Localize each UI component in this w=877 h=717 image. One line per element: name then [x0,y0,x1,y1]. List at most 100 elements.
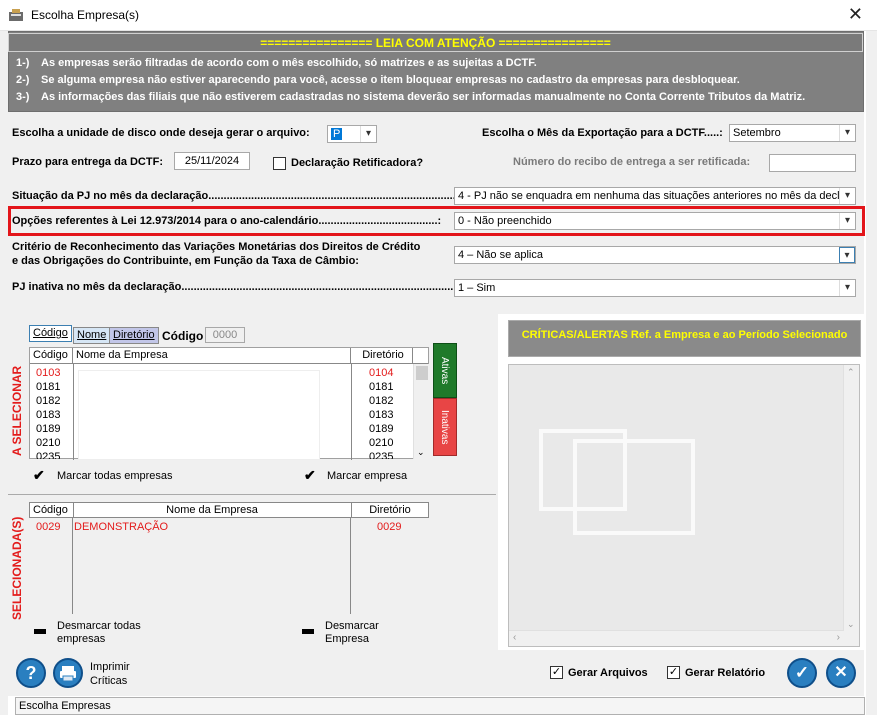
companies-grid: Código Nome da Empresa Diretório 0103 01… [29,347,429,460]
row-dir[interactable]: 0183 [369,408,393,422]
chevron-down-icon[interactable]: ⌄ [417,447,425,458]
row-dir[interactable]: 0182 [369,394,393,408]
close-icon[interactable]: ✕ [848,4,863,25]
row-code[interactable]: 0210 [36,436,60,450]
deadline-field[interactable]: 25/11/2024 [174,152,250,170]
inativa-label: PJ inativa no mês da declaração.........… [12,281,461,293]
selected-row-name[interactable]: DEMONSTRAÇÃO [74,520,168,534]
row-dir[interactable]: 0181 [369,380,393,394]
row-dir[interactable]: 0104 [369,366,393,380]
gerar-arquivos-checkbox[interactable]: ✓ [550,666,563,679]
tab-code[interactable]: Código [29,325,72,342]
criticas-area: ⌃ ⌄ ‹ › [508,364,860,647]
mark-one-button[interactable]: Marcar empresa [327,470,407,482]
check-icon: ✔ [33,467,45,483]
col-code[interactable]: Código [30,348,73,363]
cancel-button[interactable]: ✕ [826,658,856,688]
disk-select[interactable]: P ▾ [327,125,377,143]
background-window-edge-left [0,31,8,715]
inativas-button[interactable]: Inativas [433,398,457,456]
receipt-label: Número do recibo de entrega a ser retifi… [513,156,751,168]
chevron-down-icon: ▾ [839,213,855,229]
row-code[interactable]: 0181 [36,380,60,394]
criterio-select[interactable]: 4 – Não se aplica ▾ [454,246,856,264]
help-button[interactable]: ? [16,658,46,688]
col-name[interactable]: Nome da Empresa [73,348,351,363]
print-button[interactable] [53,658,83,688]
col-directory[interactable]: Diretório [351,503,429,517]
chevron-left-icon[interactable]: ‹ [513,632,516,643]
inativa-select[interactable]: 1 – Sim ▾ [454,279,856,297]
row-code[interactable]: 0235 [36,450,60,459]
row-dir[interactable]: 0235 [369,450,393,459]
minus-icon [302,629,314,634]
unmark-all-button-line2[interactable]: empresas [57,633,105,645]
retificadora-checkbox[interactable] [273,157,286,170]
row-dir[interactable]: 0210 [369,436,393,450]
chevron-up-icon[interactable]: ⌃ [847,367,855,378]
gerar-arquivos-label: Gerar Arquivos [568,667,648,679]
selected-row-code[interactable]: 0029 [36,520,60,534]
criticas-hscroll[interactable]: ‹ › [509,630,844,646]
gerar-relatorio-checkbox[interactable]: ✓ [667,666,680,679]
grid-header: Código Nome da Empresa Diretório [30,348,428,364]
criterio-label-2: e das Obrigações do Contribuinte, em Fun… [12,255,359,267]
gerar-relatorio-label: Gerar Relatório [685,667,766,679]
banner-line-1: 1-) As empresas serão filtradas de acordo… [16,57,537,69]
selected-grid: Código Nome da Empresa Diretório 0029 DE… [29,502,429,614]
check-icon: ✔ [304,467,316,483]
banner-line-3: 3-) As informações das filiais que não es… [16,91,806,103]
situacao-label: Situação da PJ no mês da declaração.....… [12,190,466,202]
ativas-button[interactable]: Ativas [433,343,457,398]
col-name[interactable]: Nome da Empresa [73,503,351,517]
search-input[interactable]: 0000 [205,327,245,343]
title-bar: Escolha Empresa(s) ✕ [0,0,877,31]
background-window-edge [866,31,877,715]
tab-directory[interactable]: Diretório [109,327,159,344]
row-dir[interactable]: 0189 [369,422,393,436]
disk-label: Escolha a unidade de disco onde deseja g… [12,127,310,139]
row-code[interactable]: 0183 [36,408,60,422]
grid-scrollbar[interactable]: ⌄ [413,364,429,459]
criticas-title: CRÍTICAS/ALERTAS Ref. a Empresa e ao Per… [508,320,861,357]
minus-icon [34,629,46,634]
search-label: Código [162,329,204,343]
window-title: Escolha Empresa(s) [31,8,140,22]
situacao-select[interactable]: 4 - PJ não se enquadra em nenhuma das si… [454,187,856,205]
selected-label: SELECIONADA(S) [10,516,24,620]
scroll-thumb[interactable] [416,366,428,380]
retificadora-label: Declaração Retificadora? [291,157,424,169]
row-code[interactable]: 0182 [36,394,60,408]
criticas-vscroll[interactable]: ⌃ ⌄ [843,365,859,646]
banner-title: ================ LEIA COM ATENÇÃO ======… [8,33,863,52]
chevron-down-icon: ▾ [839,280,855,296]
empty-image-icon [539,429,695,535]
printer-icon [60,666,76,682]
row-code[interactable]: 0189 [36,422,60,436]
unmark-one-button[interactable]: Desmarcar [325,620,379,632]
unmark-one-button-line2[interactable]: Empresa [325,633,369,645]
print-criticas-label[interactable]: Imprimir [90,661,130,673]
receipt-field[interactable] [769,154,856,172]
print-criticas-label-line2[interactable]: Críticas [90,675,127,687]
tab-name[interactable]: Nome [73,327,111,344]
chevron-down-icon: ▾ [839,247,855,263]
unmark-all-button[interactable]: Desmarcar todas [57,620,141,632]
confirm-button[interactable]: ✓ [787,658,817,688]
name-placeholder [78,370,320,460]
chevron-down-icon: ▾ [839,125,855,141]
chevron-down-icon[interactable]: ⌄ [847,619,855,630]
month-label: Escolha o Mês da Exportação para a DCTF.… [482,127,723,139]
criterio-label-1: Critério de Reconhecimento das Variações… [12,241,421,253]
app-icon [9,9,23,21]
mark-all-button[interactable]: Marcar todas empresas [57,470,173,482]
chevron-down-icon: ▾ [360,126,376,142]
row-code[interactable]: 0103 [36,366,60,380]
selected-row-dir[interactable]: 0029 [377,520,401,534]
chevron-right-icon[interactable]: › [837,632,840,643]
col-code[interactable]: Código [33,503,68,517]
col-directory[interactable]: Diretório [351,348,413,363]
to-select-label: A SELECIONAR [10,365,24,456]
month-select[interactable]: Setembro ▾ [729,124,856,142]
opcoes-select[interactable]: 0 - Não preenchido ▾ [454,212,856,230]
